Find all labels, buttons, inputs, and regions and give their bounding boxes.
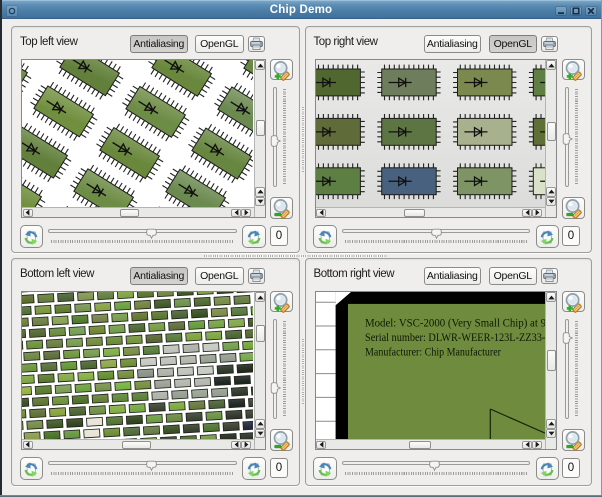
svg-text:Manufacturer: Chip Manufacture: Manufacturer: Chip Manufacturer [365,344,501,358]
svg-text:Model: VSC-2000 (Very Small Ch: Model: VSC-2000 (Very Small Chip) at 9 [365,315,545,329]
svg-text:Serial number: DLWR-WEER-123L-: Serial number: DLWR-WEER-123L-ZZ33-S [365,330,545,344]
